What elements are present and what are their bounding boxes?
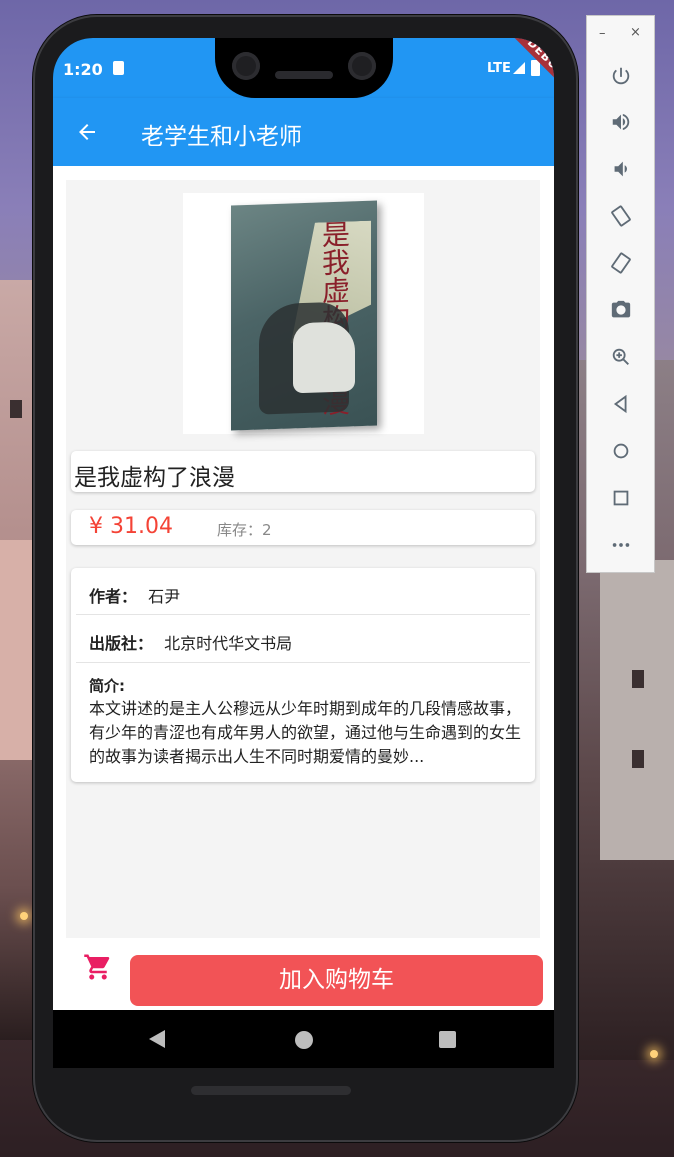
book-price: ¥ 31.04 — [89, 514, 173, 539]
author-value: 石尹 — [148, 587, 181, 606]
back-icon[interactable] — [608, 391, 634, 417]
publisher-label: 出版社： — [89, 634, 154, 653]
system-nav-bar — [53, 1010, 554, 1068]
background-building-left-lower — [0, 540, 36, 760]
publisher-row: 出版社： 北京时代华文书局 — [89, 630, 292, 654]
background-window — [632, 670, 644, 688]
rotate-right-icon[interactable] — [608, 250, 634, 276]
book-title-card: 是我虚构了浪漫 — [71, 451, 535, 492]
book-detail-content: 是我虚构了浪漫 是我虚构了浪漫 ¥ 31.04 库存：2 作者： 石尹 — [53, 166, 554, 938]
book-name: 是我虚构了浪漫 — [74, 465, 235, 491]
background-window — [632, 750, 644, 768]
app-bar: 老学生和小老师 — [53, 98, 554, 166]
shopping-cart-icon[interactable] — [83, 952, 113, 982]
power-icon[interactable] — [608, 63, 634, 89]
detail-panel: 是我虚构了浪漫 是我虚构了浪漫 ¥ 31.04 库存：2 作者： 石尹 — [66, 180, 540, 938]
cover-figure-shirt — [293, 321, 355, 394]
front-camera-icon — [232, 52, 260, 80]
phone-speaker-grille — [191, 1086, 351, 1095]
nav-home-icon[interactable] — [295, 1031, 313, 1049]
camera-notch — [215, 38, 393, 98]
signal-icon — [513, 62, 525, 74]
author-label: 作者： — [89, 587, 138, 606]
volume-down-icon[interactable] — [608, 156, 634, 182]
divider — [76, 614, 530, 615]
more-icon[interactable] — [608, 532, 634, 558]
nav-back-icon[interactable] — [149, 1030, 165, 1048]
network-type: LTE — [487, 61, 511, 76]
arrow-left-icon[interactable] — [75, 120, 99, 144]
phone-screen: 1:20 LTE DEBUG 老学生和小老师 是我虚构了浪漫 ¥ 31.04 库… — [53, 38, 554, 1068]
intro-text: 本文讲述的是主人公穆远从少年时期到成年的几段情感故事，有少年的青涩也有成年男人的… — [89, 699, 522, 766]
background-street-light — [650, 1050, 658, 1058]
home-icon[interactable] — [608, 438, 634, 464]
overview-icon[interactable] — [608, 485, 634, 511]
book-cover-image: 是我虚构了浪漫 — [183, 193, 424, 434]
earpiece — [275, 71, 333, 79]
divider — [76, 662, 530, 663]
bottom-action-bar: 加入购物车 — [53, 938, 554, 1010]
sd-card-icon — [113, 61, 124, 75]
minimize-button[interactable]: – — [599, 26, 606, 41]
zoom-icon[interactable] — [608, 344, 634, 370]
background-street-light — [20, 912, 28, 920]
price-card: ¥ 31.04 库存：2 — [71, 510, 535, 545]
nav-recents-icon[interactable] — [439, 1031, 456, 1048]
front-camera-icon — [348, 52, 376, 80]
camera-icon[interactable] — [608, 297, 634, 323]
publisher-value: 北京时代华文书局 — [164, 634, 293, 653]
add-to-cart-button[interactable]: 加入购物车 — [130, 955, 543, 1006]
status-bar: 1:20 LTE DEBUG — [53, 38, 554, 103]
rotate-left-icon[interactable] — [608, 203, 634, 229]
close-button[interactable]: × — [630, 25, 641, 40]
emulator-toolbar: – × — [586, 15, 655, 573]
book-cover-art: 是我虚构了浪漫 — [231, 200, 377, 431]
intro-label: 简介: — [89, 677, 125, 695]
background-window — [10, 400, 22, 418]
page-title: 老学生和小老师 — [141, 124, 302, 150]
status-time: 1:20 — [63, 60, 103, 79]
book-info-card: 作者： 石尹 出版社： 北京时代华文书局 简介: 本文讲述的是主人公穆远从少年时… — [71, 568, 535, 782]
book-stock: 库存：2 — [217, 521, 272, 539]
volume-up-icon[interactable] — [608, 109, 634, 135]
author-row: 作者： 石尹 — [89, 583, 180, 607]
background-building-right-lower — [600, 560, 674, 860]
